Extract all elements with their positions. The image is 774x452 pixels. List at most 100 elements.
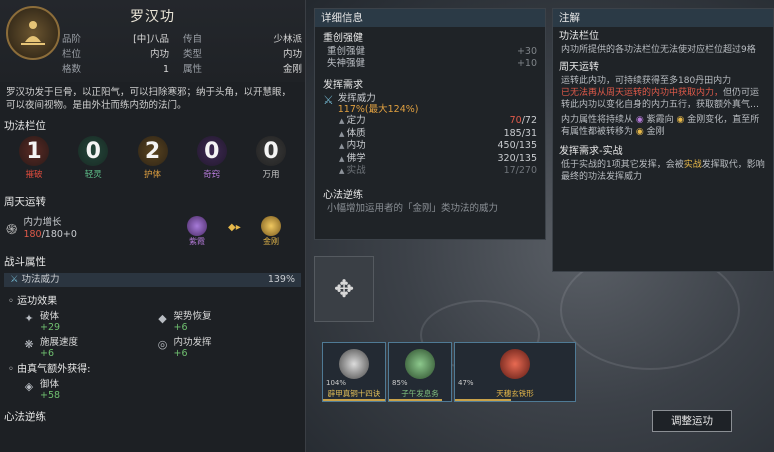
stance-icon: ◆: [158, 312, 167, 325]
slot-count: 2: [144, 138, 161, 164]
skill-card-percent: 104%: [326, 379, 347, 387]
skill-card[interactable]: 47% 天穗玄铁形: [454, 342, 576, 402]
combat-section-title: 战斗属性: [4, 256, 46, 268]
compass-icon: ✥: [333, 275, 355, 303]
cycle-label: 内力增长: [23, 217, 62, 228]
bullet-icon: ◦: [8, 296, 18, 307]
notes-warning: 已无法再从周天运转的内功中获取内力，: [561, 88, 724, 98]
combat-power-text: 功法威力: [21, 274, 60, 285]
reverse-text-row: 小幅增加运用者的「金刚」类功法的威力: [315, 203, 545, 215]
stat-row: 定力 70/72: [315, 115, 545, 128]
skill-card-icon: [500, 349, 530, 379]
adjust-cultivation-button[interactable]: 调整运功: [652, 410, 732, 432]
slot-ring: 2: [137, 136, 168, 166]
notes-section-title: 发挥需求-实战: [559, 146, 623, 157]
gold-dot-icon: ◉: [633, 127, 647, 137]
notes-text: 低于实战的1项其它发挥，会被实战发挥取代，影响最终的功法发挥威力: [553, 159, 773, 183]
skill-card-bar: [455, 399, 512, 401]
stat-key: 定力: [339, 115, 366, 128]
skill-header: 罗汉功 品阶 [中]八品 传自 少林派 栏位 内功 类型 内功 格数 1 属性 …: [0, 0, 305, 82]
effect-name: 御体: [40, 379, 60, 390]
effect-name: 内功发挥: [173, 337, 212, 348]
effects-list: ✦ 破体 +29 ◆ 架势恢复 +6 ❋ 施展速度 +6 ◎ 内功发挥 +6: [0, 311, 305, 361]
effect-name: 架势恢复: [173, 311, 212, 322]
effect-value: +6: [173, 322, 188, 333]
stat-row: 实战 17/270: [315, 165, 545, 178]
extra-list: ◈ 御体 +58: [0, 379, 305, 403]
slot-destroy[interactable]: 1 摧破: [10, 136, 58, 192]
effect-value: +6: [173, 348, 188, 359]
attr-value: 少林派: [273, 34, 302, 45]
break-icon: ✦: [24, 312, 34, 325]
stat-row: 内功 450/135: [315, 140, 545, 153]
attr-row: 品阶 [中]八品 传自 少林派: [62, 32, 302, 47]
notes-header: 注解: [553, 9, 773, 27]
skill-card[interactable]: 85% 子午发息务: [388, 342, 452, 402]
attr-value: 1: [162, 64, 169, 75]
effect-name: 破体: [40, 311, 60, 322]
notes-text: 运转此内功，可持续获得至多180丹田内力: [561, 76, 732, 86]
detail-row-key: 重创强健: [327, 46, 366, 57]
stat-value: 17/270: [504, 165, 537, 178]
slot-agile[interactable]: 0 轻灵: [69, 136, 117, 192]
purple-element-icon: [187, 216, 207, 236]
attr-row: 格数 1 属性 金刚: [62, 62, 302, 77]
stat-now: 17: [503, 165, 516, 176]
detail-row-value: +30: [516, 46, 537, 57]
extra-section-title: ◦ 由真气额外获得:: [0, 361, 305, 379]
purple-dot-icon: ◉: [633, 115, 647, 125]
effect-item: ◎ 内功发挥 +6: [156, 337, 290, 361]
bullet-icon: ◦: [8, 364, 18, 375]
extra-section-text: 由真气额外获得:: [17, 364, 91, 375]
slot-guard[interactable]: 2 护体: [129, 136, 177, 192]
slot-mystic[interactable]: 0 奇窍: [188, 136, 236, 192]
stat-key: 佛学: [339, 153, 366, 166]
effect-item: ◈ 御体 +58: [22, 379, 156, 403]
detail-section-title: 重创强健: [323, 33, 363, 44]
effect-item: ◆ 架势恢复 +6: [156, 311, 290, 335]
stat-now: 320: [497, 152, 516, 164]
slot-label: 轻灵: [84, 170, 102, 180]
notes-element-c: 金刚: [646, 127, 665, 137]
stat-now: 185: [503, 127, 522, 139]
slot-label: 奇窍: [203, 170, 221, 180]
skill-description: 罗汉功发于巨骨，以正阳气，可以扫除寒邪；纳于头角，以开慧眼，可以夜间视物。是由外…: [6, 87, 292, 111]
notes-text: 内力属性将持续从 ◉ 紫霞向 ◉ 金刚变化，直至所有属性都被转移为 ◉ 金刚: [553, 114, 773, 138]
slot-ring: 0: [78, 136, 109, 166]
detail-row-value: +10: [516, 58, 537, 69]
element-to: 金刚: [256, 216, 286, 247]
stat-max: /135: [515, 140, 537, 151]
element-from: 紫霞: [182, 216, 212, 247]
cycle-value-now: 180: [23, 229, 42, 240]
stat-key: 内功: [339, 140, 366, 153]
combat-power-label: ⚔ 功法威力: [10, 273, 60, 287]
skill-title: 罗汉功: [130, 9, 175, 25]
cycle-row: ֍ 内力增长 180/180+0 紫霞 ◆▸ 金刚: [0, 212, 305, 246]
skill-card-name: 天穗玄铁形: [496, 389, 534, 398]
stat-row: 佛学 320/135: [315, 153, 545, 166]
skill-card-bar: [323, 399, 385, 401]
notes-section-title: 功法栏位: [559, 31, 599, 42]
combat-power-value: 139%: [267, 274, 295, 285]
detail-row: 失神强健 +10: [315, 58, 545, 70]
notes-highlight: 实战: [683, 160, 702, 170]
notes-text: 内功所提供的各功法栏位无法使对应栏位超过9格: [561, 45, 756, 55]
skill-card[interactable]: 104% 辟甲真铜十四诀: [322, 342, 386, 402]
attr-key: 属性: [183, 64, 203, 75]
notes-text-pre: 内力属性将持续从: [561, 115, 634, 125]
compass-emblem[interactable]: ✥: [314, 256, 374, 322]
cycle-value: 180/180+0: [23, 229, 76, 241]
stat-value: 185/31: [504, 128, 537, 141]
slot-label: 摧破: [25, 170, 43, 180]
slot-ring: 0: [256, 136, 286, 166]
attr-key: 栏位: [62, 49, 82, 60]
slot-list: 1 摧破 0 轻灵 2 护体 0 奇窍 0 万用: [0, 136, 305, 192]
slot-count: 0: [85, 138, 101, 164]
stat-max: /72: [521, 115, 537, 126]
element-to-label: 金刚: [263, 237, 279, 246]
slot-universal[interactable]: 0 万用: [247, 136, 295, 192]
detail-section-title: 心法逆练: [323, 189, 363, 201]
slot-label: 万用: [262, 170, 280, 180]
notes-element-a: 紫霞向: [646, 115, 674, 125]
stat-now: 450: [497, 140, 516, 151]
